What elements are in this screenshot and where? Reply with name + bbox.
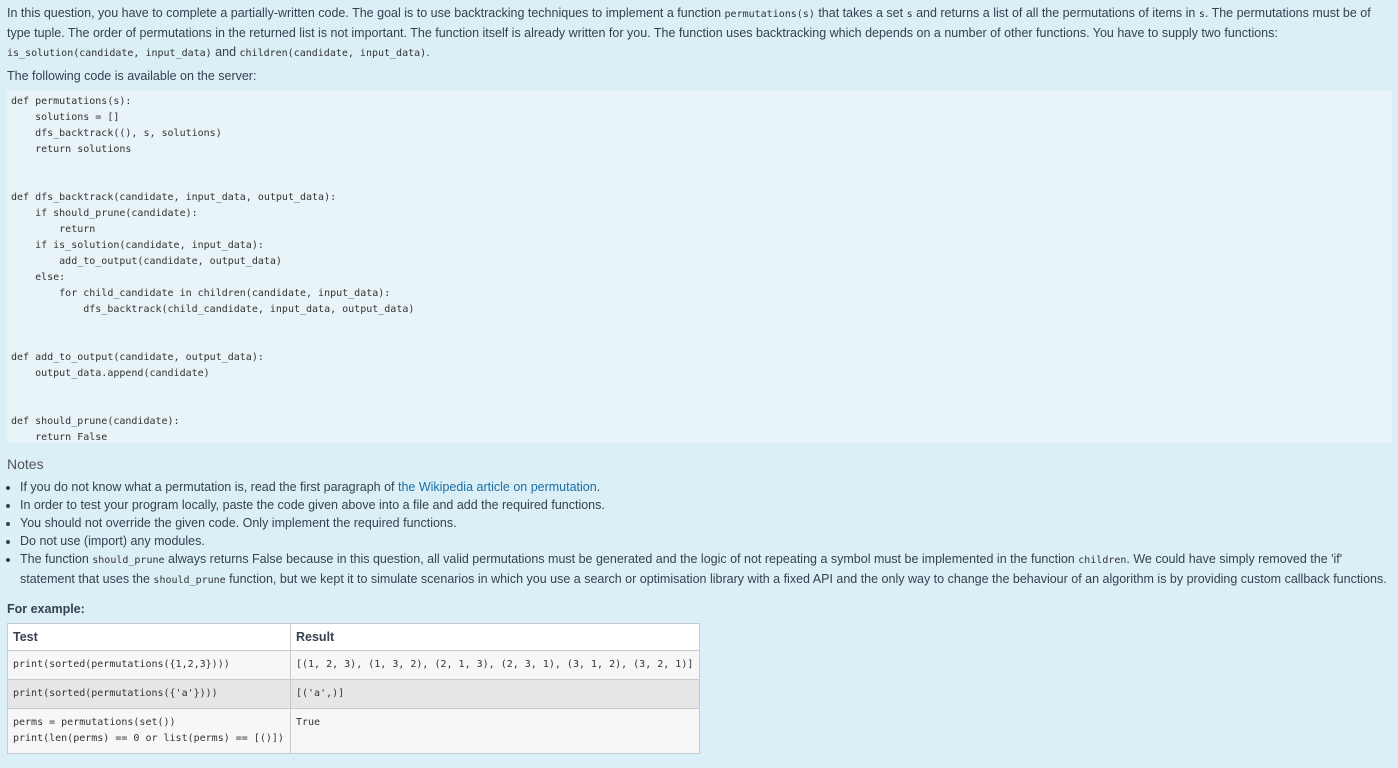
test-cell: print(sorted(permutations({'a'}))): [7, 679, 291, 709]
inline-code: should_prune: [153, 575, 226, 586]
intro-text: and returns a list of all the permutatio…: [912, 6, 1199, 20]
inline-code: should_prune: [92, 555, 165, 566]
table-row: perms = permutations(set()) print(len(pe…: [7, 708, 700, 754]
server-code-block: def permutations(s): solutions = [] dfs_…: [7, 90, 1392, 443]
note-item: If you do not know what a permutation is…: [20, 478, 1392, 496]
result-column-header: Result: [290, 623, 700, 651]
inline-code: children(candidate, input_data): [239, 48, 427, 59]
intro-text: .: [426, 45, 430, 59]
note-item: You should not override the given code. …: [20, 514, 1392, 532]
inline-code: permutations(s): [724, 9, 815, 20]
example-table: Test Result print(sorted(permutations({1…: [7, 623, 700, 754]
intro-text: In this question, you have to complete a…: [7, 6, 725, 20]
inline-code: is_solution(candidate, input_data): [7, 48, 212, 59]
table-row: print(sorted(permutations({1,2,3}))) [(1…: [7, 650, 700, 680]
note-item: The function should_prune always returns…: [20, 550, 1392, 590]
note-text: .: [596, 480, 601, 494]
test-column-header: Test: [7, 623, 291, 651]
note-item: In order to test your program locally, p…: [20, 496, 1392, 514]
note-text: function, but we kept it to simulate sce…: [225, 572, 1387, 586]
example-table-header: Test Result: [7, 623, 700, 651]
result-cell: [(1, 2, 3), (1, 3, 2), (2, 1, 3), (2, 3,…: [290, 650, 700, 680]
table-row: print(sorted(permutations({'a'}))) [('a'…: [7, 679, 700, 709]
note-text: The function: [20, 552, 93, 566]
note-item: Do not use (import) any modules.: [20, 532, 1392, 550]
result-cell: [('a',)]: [290, 679, 700, 709]
test-cell: print(sorted(permutations({1,2,3}))): [7, 650, 291, 680]
result-cell: True: [290, 708, 700, 754]
note-text: If you do not know what a permutation is…: [20, 480, 398, 494]
intro-text: and: [211, 45, 240, 59]
question-intro: In this question, you have to complete a…: [7, 4, 1392, 63]
notes-list: If you do not know what a permutation is…: [7, 478, 1392, 590]
inline-code: children: [1078, 555, 1127, 566]
intro-text: that takes a set: [814, 6, 907, 20]
notes-heading: Notes: [7, 456, 44, 472]
available-code-label: The following code is available on the s…: [7, 69, 257, 83]
question-content: In this question, you have to complete a…: [0, 0, 1398, 754]
note-text: always returns False because in this que…: [164, 552, 1079, 566]
for-example-label: For example:: [7, 602, 85, 616]
test-cell: perms = permutations(set()) print(len(pe…: [7, 708, 291, 754]
wikipedia-permutation-link[interactable]: the Wikipedia article on permutation: [398, 480, 597, 494]
